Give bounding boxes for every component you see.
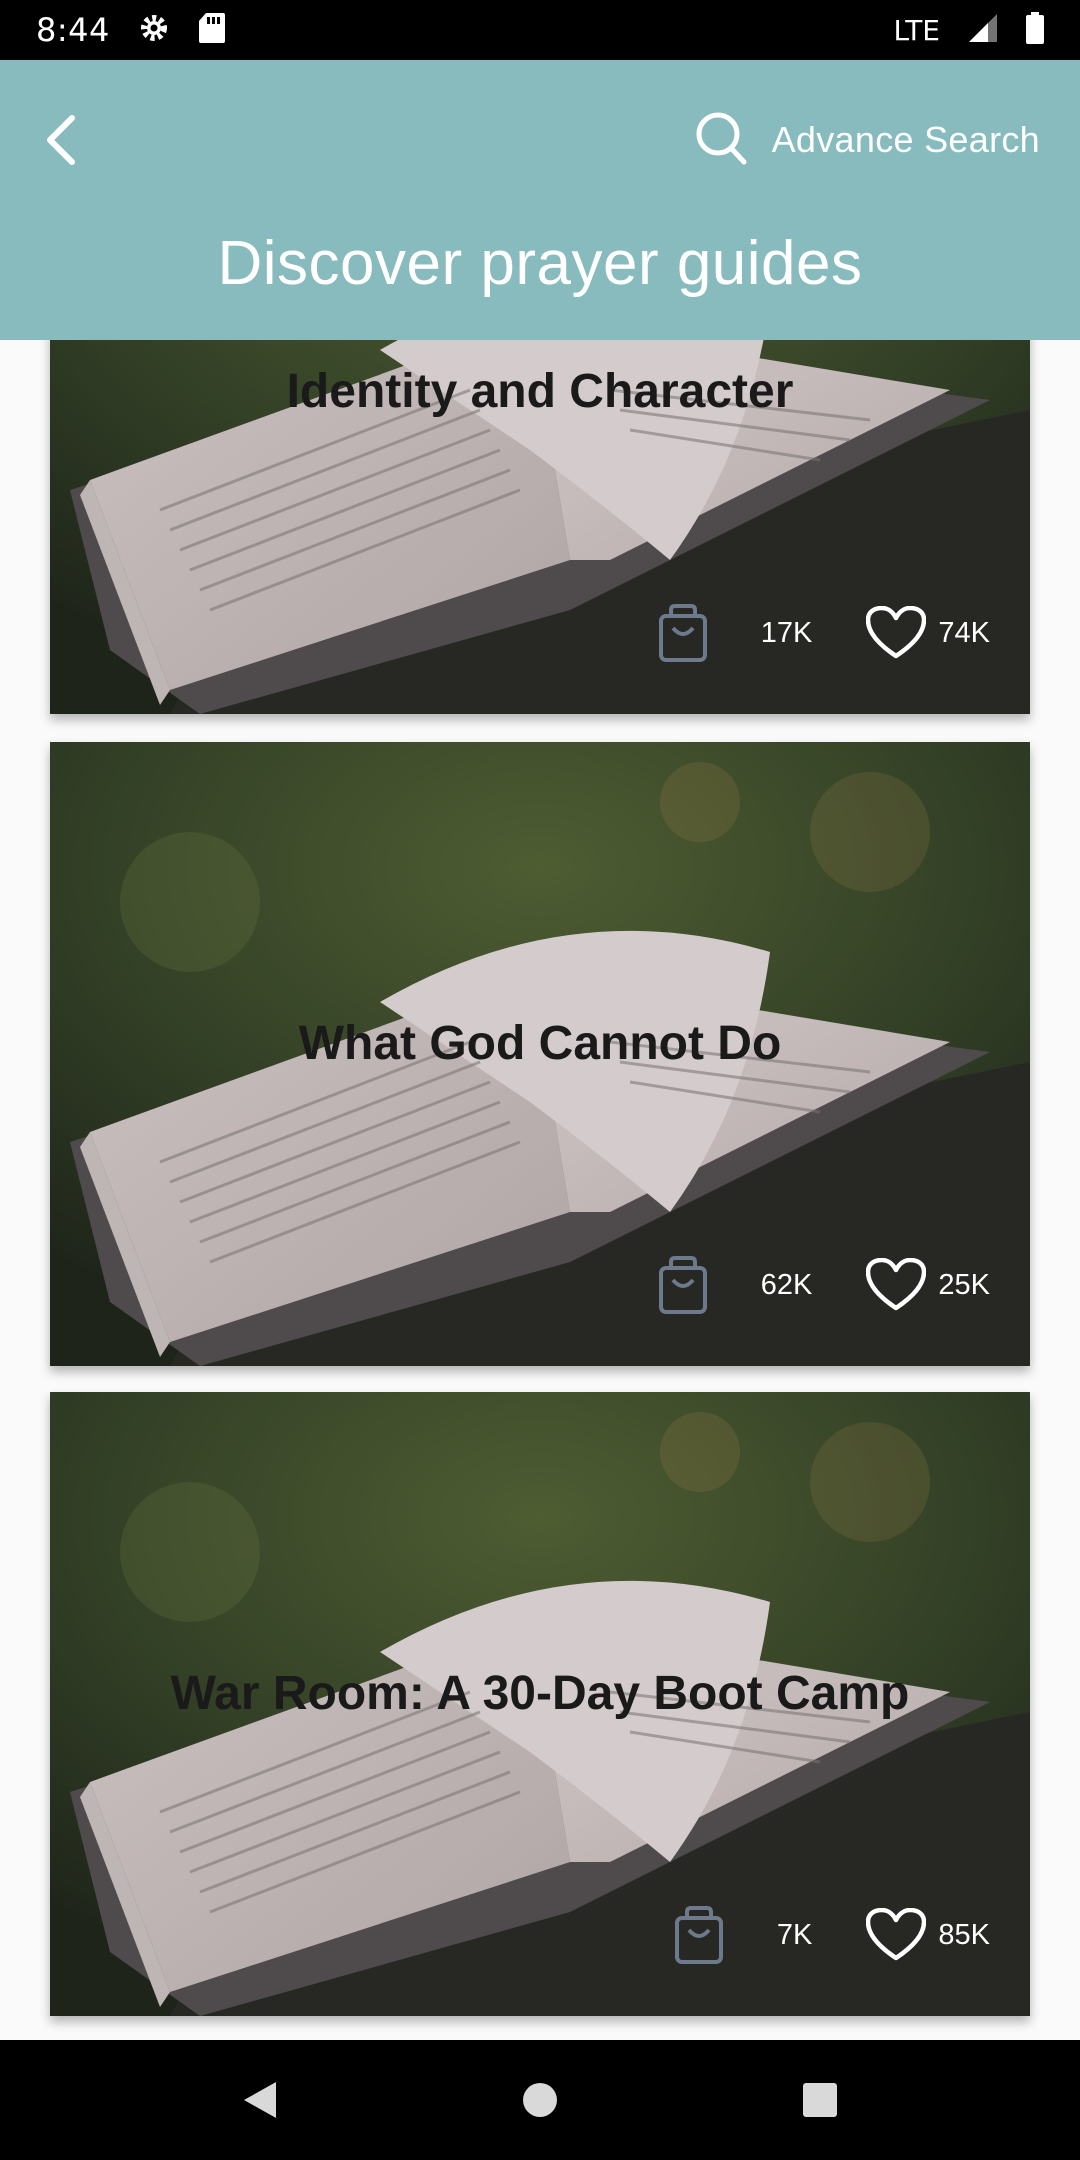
battery-icon (1026, 11, 1044, 49)
back-arrow-icon (47, 115, 75, 165)
prayer-guide-card[interactable]: Identity and Character 17K 74K (50, 340, 1030, 714)
bag-count: 62K (760, 1268, 813, 1301)
bag-icon[interactable] (673, 1906, 725, 1964)
bag-icon[interactable] (657, 1256, 709, 1314)
gear-icon (138, 12, 170, 49)
advance-search-button[interactable]: Advance Search (694, 100, 1040, 180)
card-title: Identity and Character (286, 365, 794, 418)
back-button[interactable] (30, 100, 90, 180)
nav-recents-icon (803, 2083, 837, 2117)
like-count: 74K (938, 616, 990, 649)
status-right: LTE (893, 11, 1044, 49)
status-time: 8:44 (36, 11, 110, 49)
card-title: War Room: A 30-Day Boot Camp (170, 1667, 910, 1720)
nav-home-icon (523, 2083, 557, 2117)
bag-count: 17K (760, 616, 813, 649)
heart-icon[interactable] (866, 1258, 926, 1312)
card-stats: 7K 85K (673, 1906, 990, 1964)
app-header: Advance Search Discover prayer guides (0, 60, 1080, 340)
heart-icon[interactable] (866, 606, 926, 660)
page-title: Discover prayer guides (217, 229, 863, 298)
signal-icon (968, 13, 998, 48)
sd-card-icon (198, 12, 226, 49)
bag-count: 7K (776, 1918, 813, 1951)
card-stats: 62K 25K (657, 1256, 990, 1314)
like-count: 85K (938, 1918, 990, 1951)
nav-back-button[interactable] (220, 2060, 300, 2140)
card-stats: 17K 74K (657, 604, 990, 662)
like-count: 25K (938, 1268, 990, 1301)
card-title: What God Cannot Do (298, 1017, 782, 1070)
network-type: LTE (893, 13, 940, 47)
nav-back-icon (244, 2082, 276, 2118)
bag-icon[interactable] (657, 604, 709, 662)
prayer-guide-card[interactable]: What God Cannot Do 62K 25K (50, 742, 1030, 1366)
system-nav-bar (0, 2040, 1080, 2160)
prayer-guide-list[interactable]: Identity and Character 17K 74K What God … (0, 340, 1080, 2040)
heart-icon[interactable] (866, 1908, 926, 1962)
nav-home-button[interactable] (500, 2060, 580, 2140)
nav-recents-button[interactable] (780, 2060, 860, 2140)
search-icon (694, 110, 748, 171)
prayer-guide-card[interactable]: War Room: A 30-Day Boot Camp 7K 85K (50, 1392, 1030, 2016)
status-left: 8:44 (36, 11, 226, 49)
status-bar: 8:44 LTE (0, 0, 1080, 60)
advance-search-label: Advance Search (771, 119, 1040, 160)
